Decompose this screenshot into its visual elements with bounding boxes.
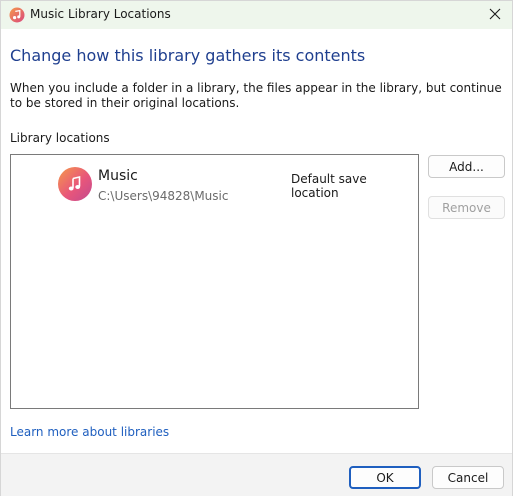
library-locations-label: Library locations [10, 131, 110, 145]
window-title: Music Library Locations [30, 7, 171, 21]
learn-more-link[interactable]: Learn more about libraries [10, 425, 169, 439]
default-save-location-label: Default save location [291, 172, 367, 200]
add-button[interactable]: Add... [428, 155, 505, 178]
location-name: Music [98, 168, 138, 184]
dialog-description: When you include a folder in a library, … [10, 81, 502, 110]
close-button[interactable] [478, 1, 512, 29]
music-note-icon [58, 167, 92, 201]
library-locations-list[interactable]: Music C:\Users\94828\Music Default save … [10, 154, 419, 409]
music-library-icon [9, 7, 25, 23]
location-path: C:\Users\94828\Music [98, 189, 229, 203]
dialog-footer: OK Cancel [1, 453, 512, 496]
title-bar: Music Library Locations [1, 1, 512, 29]
location-item-music[interactable]: Music C:\Users\94828\Music Default save … [11, 155, 418, 215]
dialog-window: Music Library Locations Change how this … [0, 0, 513, 496]
remove-button[interactable]: Remove [428, 196, 505, 219]
cancel-button[interactable]: Cancel [432, 466, 504, 489]
dialog-heading: Change how this library gathers its cont… [10, 46, 366, 65]
ok-button[interactable]: OK [349, 466, 421, 489]
close-icon [489, 8, 501, 23]
